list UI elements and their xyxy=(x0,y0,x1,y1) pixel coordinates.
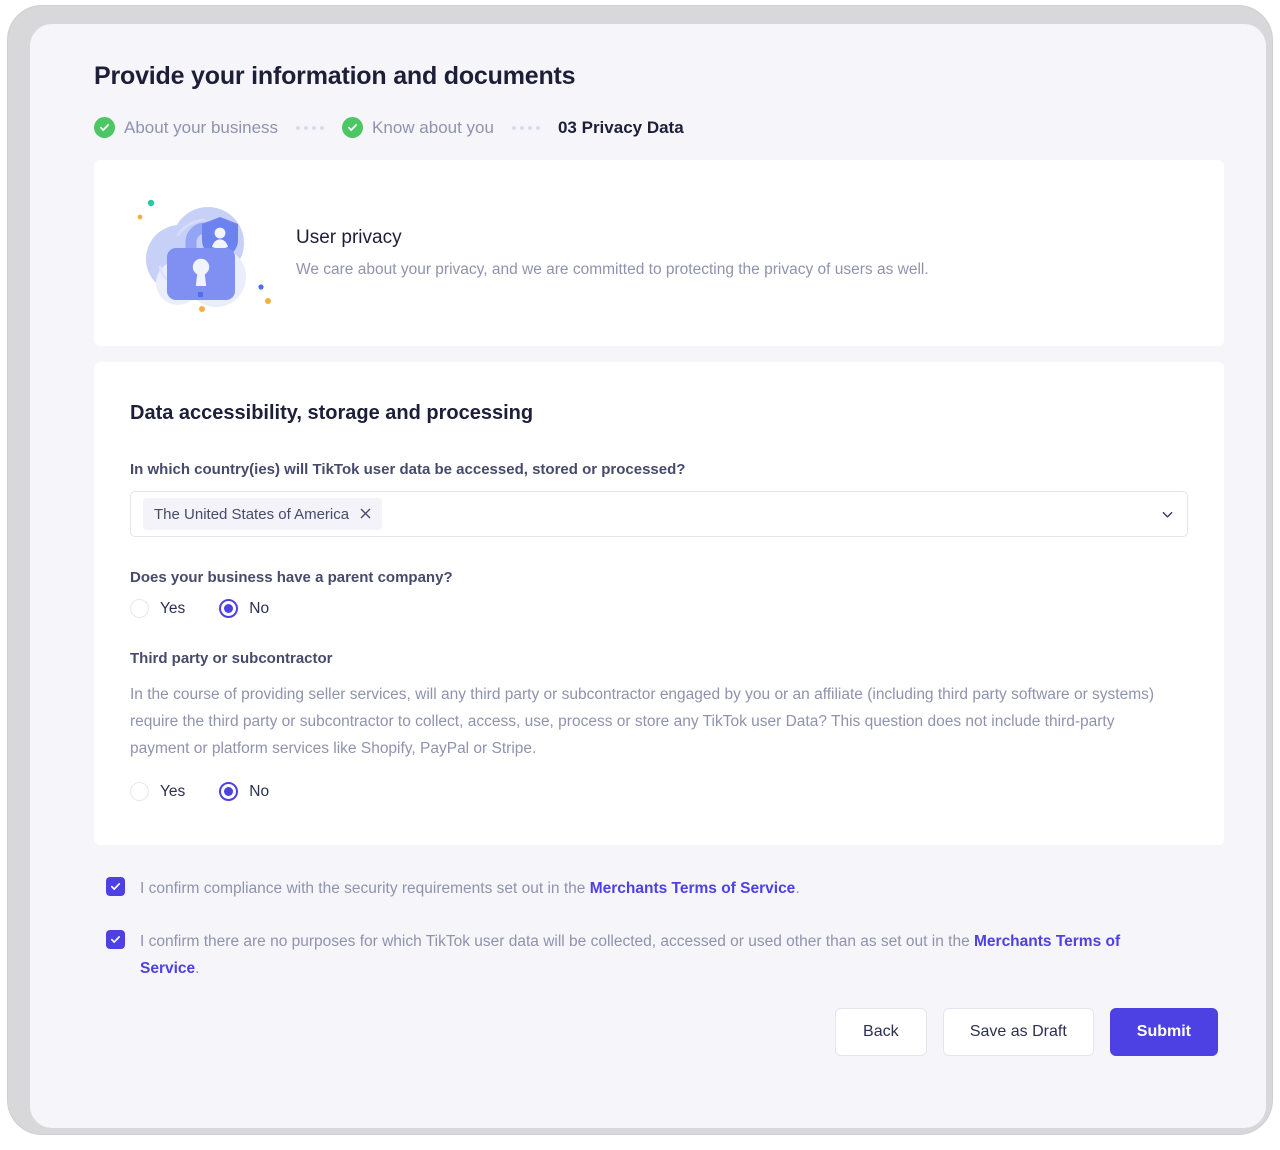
confirmation-text: I confirm compliance with the security r… xyxy=(140,875,800,902)
confirmation-text-before: I confirm there are no purposes for whic… xyxy=(140,933,974,950)
user-privacy-text: User privacy We care about your privacy,… xyxy=(296,227,929,279)
device-screen: Provide your information and documents A… xyxy=(30,24,1266,1128)
radio-label: No xyxy=(249,783,269,801)
merchants-terms-of-service-link[interactable]: Merchants Terms of Service xyxy=(590,880,796,897)
parent-company-radio-group: Yes No xyxy=(130,599,1188,618)
close-icon[interactable] xyxy=(360,507,371,522)
confirmation-row: I confirm compliance with the security r… xyxy=(106,875,1224,902)
radio-indicator xyxy=(130,599,149,618)
user-privacy-title: User privacy xyxy=(296,227,929,249)
radio-indicator xyxy=(219,782,238,801)
parent-company-question-label: Does your business have a parent company… xyxy=(130,569,1188,586)
third-party-radio-no[interactable]: No xyxy=(219,782,269,801)
radio-label: Yes xyxy=(160,783,185,801)
third-party-question-description: In the course of providing seller servic… xyxy=(130,681,1170,762)
data-accessibility-card: Data accessibility, storage and processi… xyxy=(94,362,1224,845)
step-label: About your business xyxy=(124,118,278,138)
device-bezel: Provide your information and documents A… xyxy=(8,6,1272,1134)
parent-company-radio-no[interactable]: No xyxy=(219,599,269,618)
data-purpose-checkbox[interactable] xyxy=(106,930,125,949)
radio-label: Yes xyxy=(160,600,185,618)
country-chip[interactable]: The United States of America xyxy=(143,498,382,530)
chevron-down-icon[interactable] xyxy=(1160,507,1175,522)
confirmation-text-before: I confirm compliance with the security r… xyxy=(140,880,590,897)
confirmation-text-after: . xyxy=(195,960,199,977)
user-privacy-card: User privacy We care about your privacy,… xyxy=(94,160,1224,346)
progress-stepper: About your business Know about you 03 Pr… xyxy=(94,117,1224,138)
security-compliance-checkbox[interactable] xyxy=(106,877,125,896)
user-privacy-description: We care about your privacy, and we are c… xyxy=(296,261,929,279)
page-title: Provide your information and documents xyxy=(94,62,1224,91)
step-separator xyxy=(296,126,324,130)
radio-indicator xyxy=(219,599,238,618)
parent-company-radio-yes[interactable]: Yes xyxy=(130,599,185,618)
lock-shield-illustration xyxy=(134,191,274,315)
check-circle-icon xyxy=(342,117,363,138)
radio-label: No xyxy=(249,600,269,618)
country-question-label: In which country(ies) will TikTok user d… xyxy=(130,461,1188,478)
section-title: Data accessibility, storage and processi… xyxy=(130,402,1188,425)
step-label: 03 Privacy Data xyxy=(558,118,684,138)
step-label: Know about you xyxy=(372,118,494,138)
step-separator xyxy=(512,126,540,130)
submit-button[interactable]: Submit xyxy=(1110,1008,1218,1056)
step-know-about-you[interactable]: Know about you xyxy=(342,117,494,138)
confirmations: I confirm compliance with the security r… xyxy=(94,861,1224,982)
radio-indicator xyxy=(130,782,149,801)
save-as-draft-button[interactable]: Save as Draft xyxy=(943,1008,1094,1056)
confirmation-text: I confirm there are no purposes for whic… xyxy=(140,928,1170,982)
country-chip-label: The United States of America xyxy=(154,506,349,523)
page-root: Provide your information and documents A… xyxy=(30,24,1266,1128)
back-button[interactable]: Back xyxy=(835,1008,927,1056)
check-circle-icon xyxy=(94,117,115,138)
country-select[interactable]: The United States of America xyxy=(130,491,1188,537)
step-privacy-data[interactable]: 03 Privacy Data xyxy=(558,118,684,138)
third-party-radio-yes[interactable]: Yes xyxy=(130,782,185,801)
confirmation-row: I confirm there are no purposes for whic… xyxy=(106,928,1224,982)
third-party-question-label: Third party or subcontractor xyxy=(130,650,1188,667)
confirmation-text-after: . xyxy=(795,880,799,897)
form-actions: Back Save as Draft Submit xyxy=(94,1008,1224,1056)
third-party-radio-group: Yes No xyxy=(130,782,1188,801)
step-about-your-business[interactable]: About your business xyxy=(94,117,278,138)
